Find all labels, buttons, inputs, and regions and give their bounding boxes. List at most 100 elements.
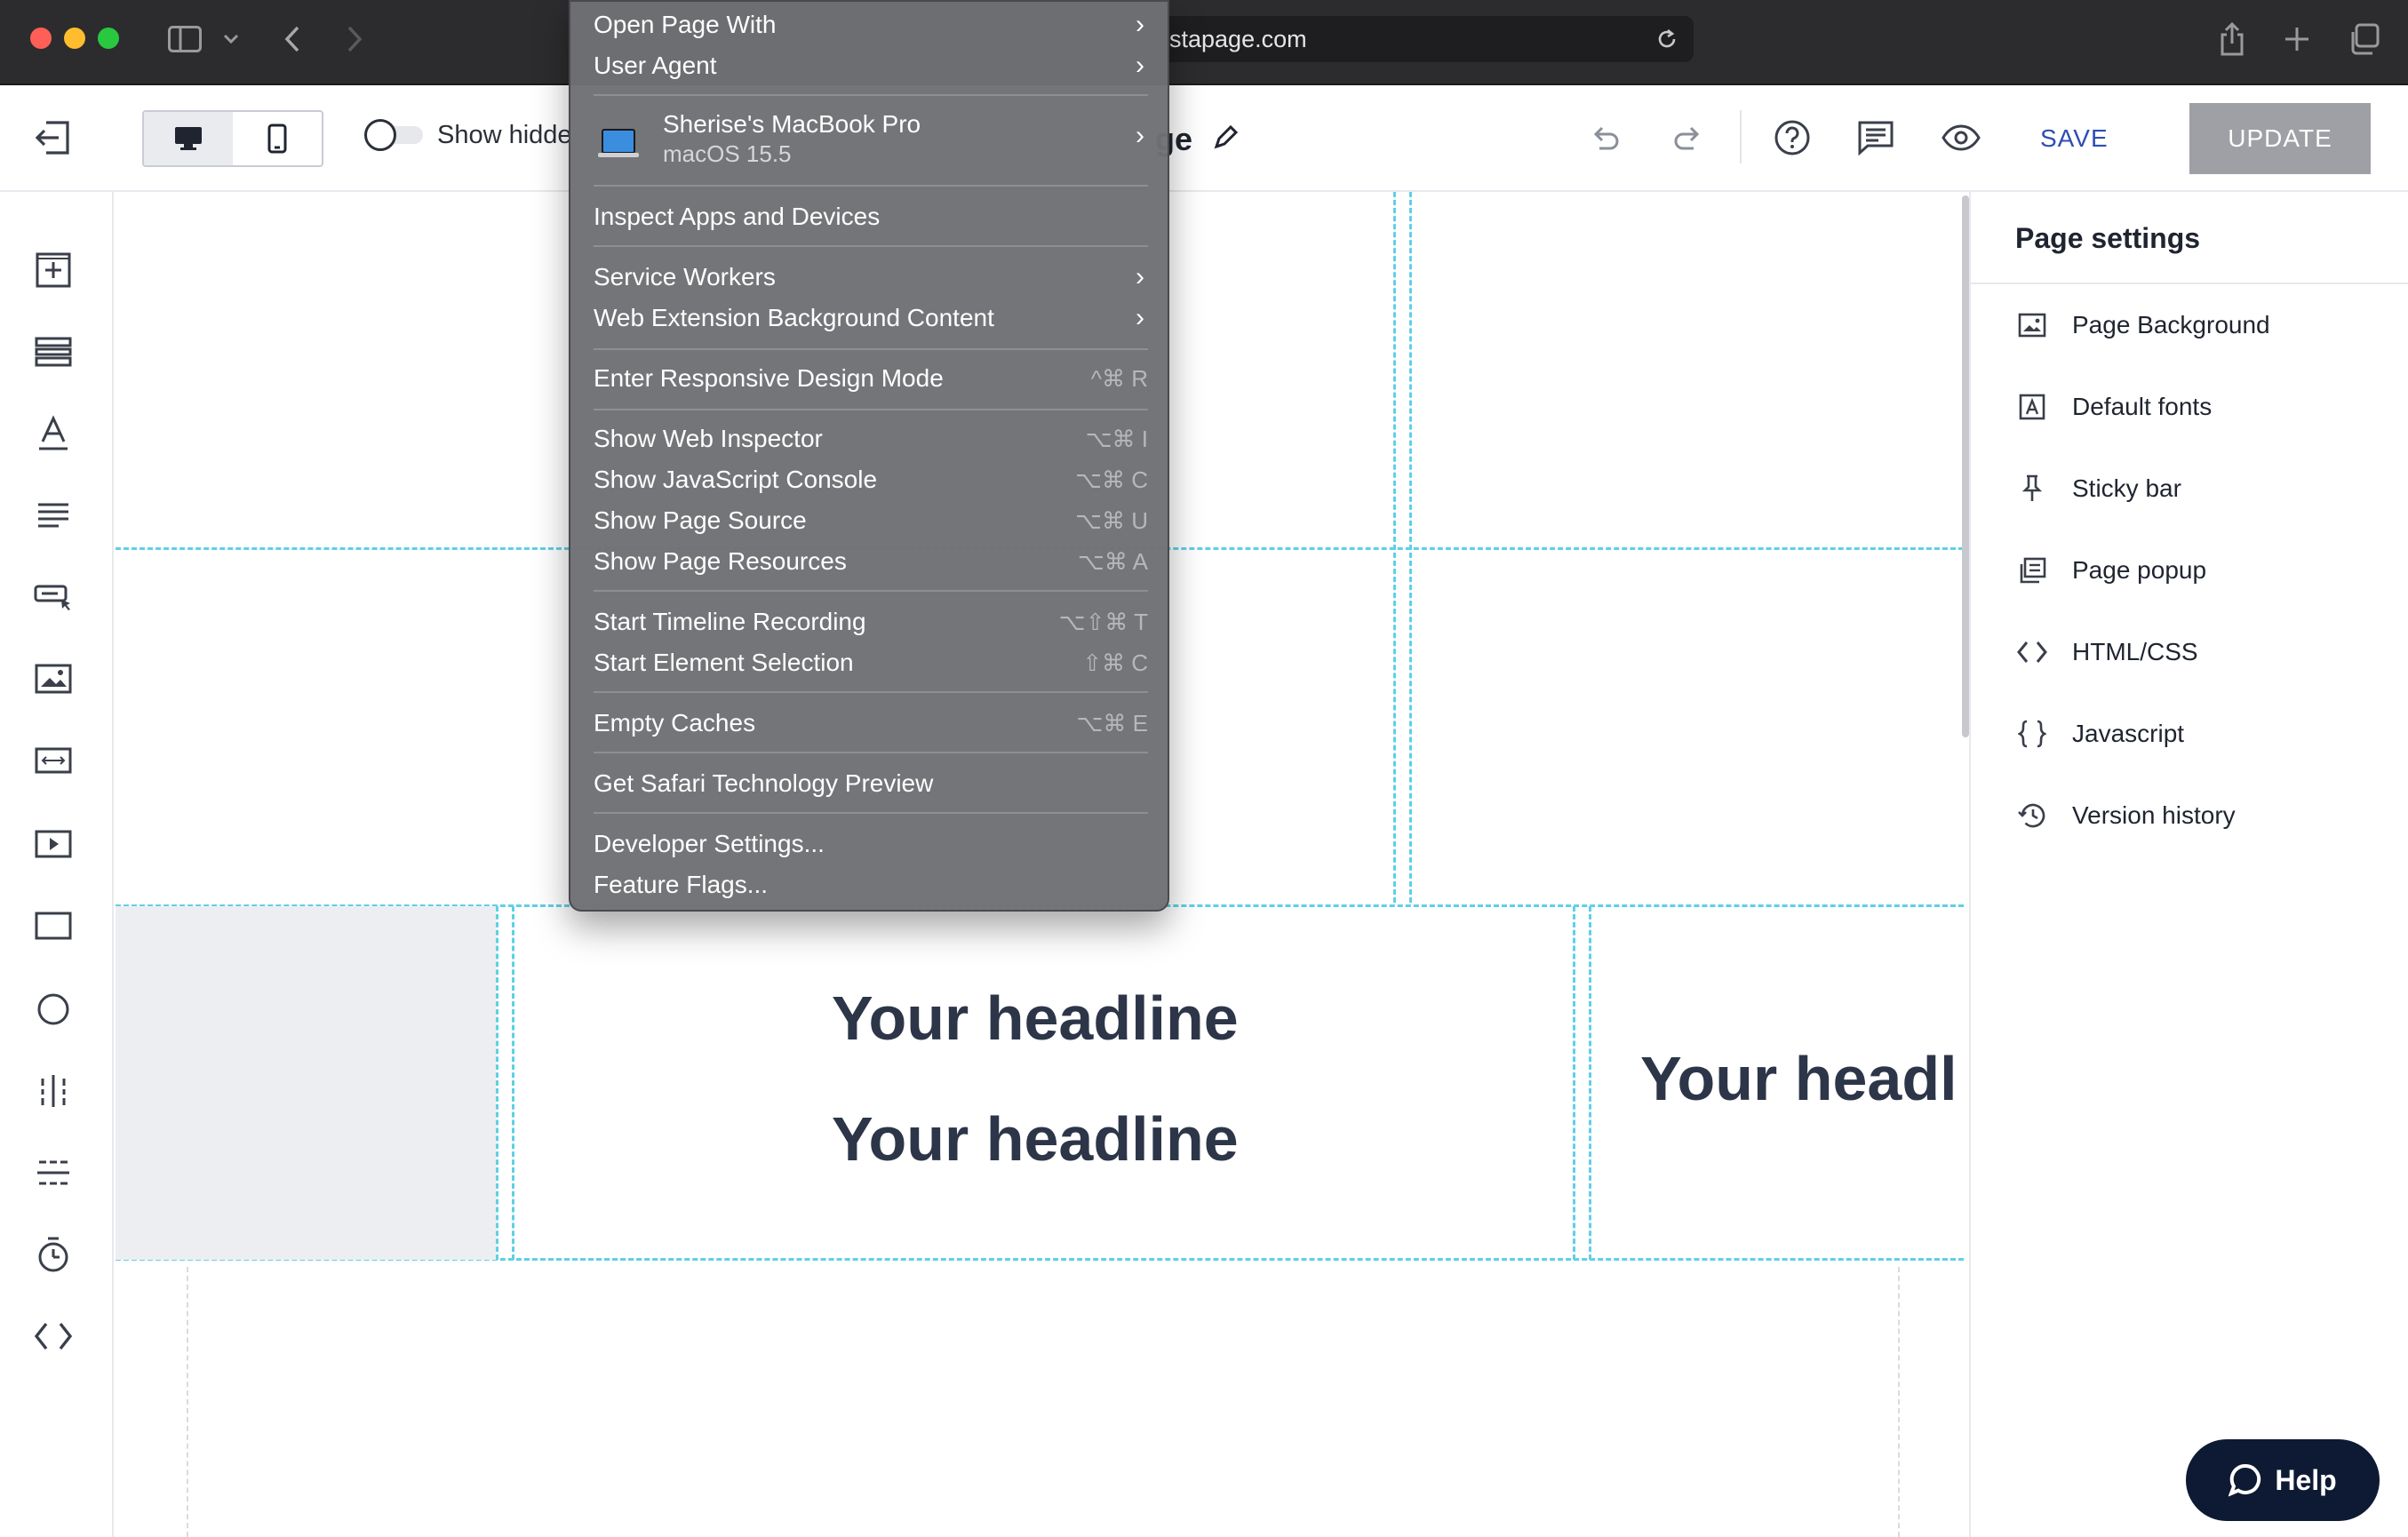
device-os: macOS 15.5 xyxy=(663,140,792,167)
shortcut: ⌥⌘ I xyxy=(1085,426,1148,452)
column-guide xyxy=(1573,906,1575,1260)
menu-item-page-resources[interactable]: Show Page Resources ⌥⌘ A xyxy=(594,542,1148,581)
exit-editor-icon[interactable] xyxy=(32,117,73,158)
version-history-item[interactable]: Version history xyxy=(2015,793,2236,838)
preview-eye-icon[interactable] xyxy=(1941,117,1981,158)
forward-icon[interactable] xyxy=(343,21,366,57)
item-label: Page popup xyxy=(2072,556,2207,584)
help-button[interactable]: Help xyxy=(2186,1439,2380,1521)
reload-icon[interactable] xyxy=(1655,27,1679,52)
menu-item-label: Start Element Selection xyxy=(594,649,854,676)
html-css-item[interactable]: HTML/CSS xyxy=(2015,630,2198,674)
address-bar[interactable]: stapage.com xyxy=(1102,16,1694,62)
share-icon[interactable] xyxy=(2216,21,2248,57)
save-button[interactable]: SAVE xyxy=(2040,121,2109,156)
video-icon[interactable] xyxy=(32,823,75,865)
menu-item-feature-flags[interactable]: Feature Flags... xyxy=(594,865,1148,904)
mobile-icon xyxy=(267,123,287,154)
update-button[interactable]: UPDATE xyxy=(2189,103,2371,174)
minimize-window-button[interactable] xyxy=(64,28,85,49)
menu-item-label: User Agent xyxy=(594,52,717,79)
font-icon xyxy=(2015,390,2049,424)
canvas-scrollbar[interactable] xyxy=(1962,195,1969,737)
timer-icon[interactable] xyxy=(32,1233,75,1276)
default-fonts-item[interactable]: Default fonts xyxy=(2015,385,2212,429)
menu-item-inspect-apps[interactable]: Inspect Apps and Devices xyxy=(594,197,1148,236)
chevron-right-icon: › xyxy=(1136,303,1144,332)
shortcut: ⌥⌘ A xyxy=(1077,548,1148,575)
code-element-icon[interactable] xyxy=(32,1315,75,1358)
menu-separator xyxy=(594,409,1148,410)
page-popup-item[interactable]: Page popup xyxy=(2015,548,2206,593)
add-section-icon[interactable] xyxy=(32,249,75,291)
mobile-view-button[interactable] xyxy=(233,112,322,165)
menu-item-page-source[interactable]: Show Page Source ⌥⌘ U xyxy=(594,501,1148,540)
back-icon[interactable] xyxy=(281,21,304,57)
menu-item-label: Show JavaScript Console xyxy=(594,466,878,493)
headline-text[interactable]: Your headline xyxy=(832,983,1239,1054)
laptop-icon xyxy=(598,129,639,157)
undo-icon[interactable] xyxy=(1585,119,1624,158)
chevron-down-icon[interactable] xyxy=(220,21,242,57)
help-label: Help xyxy=(2275,1463,2337,1496)
vertical-divider-icon[interactable] xyxy=(32,1070,75,1112)
menu-item-label: Service Workers xyxy=(594,263,776,291)
menu-item-developer-settings[interactable]: Developer Settings... xyxy=(594,824,1148,864)
sticky-bar-item[interactable]: Sticky bar xyxy=(2015,466,2181,511)
chevron-right-icon: › xyxy=(1136,121,1144,150)
item-label: Javascript xyxy=(2072,720,2185,747)
menu-item-label: Get Safari Technology Preview xyxy=(594,769,934,797)
button-element-icon[interactable] xyxy=(32,576,75,618)
edit-page-name-icon[interactable] xyxy=(1212,123,1240,155)
menu-item-web-extension[interactable]: Web Extension Background Content › xyxy=(594,299,1148,338)
headline-text[interactable]: Your headl xyxy=(1640,1043,1957,1114)
rows-icon[interactable] xyxy=(32,330,75,373)
menu-item-timeline[interactable]: Start Timeline Recording ⌥⇧⌘ T xyxy=(594,602,1148,641)
column-guide xyxy=(496,906,498,1260)
tab-overview-icon[interactable] xyxy=(2346,21,2381,57)
menu-item-service-workers[interactable]: Service Workers › xyxy=(594,258,1148,297)
item-label: Sticky bar xyxy=(2072,474,2181,502)
shortcut: ⌥⌘ U xyxy=(1075,507,1148,534)
image-icon xyxy=(2015,308,2049,342)
device-name: Sherise's MacBook Pro xyxy=(663,110,921,138)
page-background-item[interactable]: Page Background xyxy=(2015,303,2270,347)
menu-item-responsive-mode[interactable]: Enter Responsive Design Mode ^⌘ R xyxy=(594,359,1148,398)
element-sidebar xyxy=(0,192,114,1537)
menu-item-open-page-with[interactable]: Open Page With › xyxy=(594,5,1148,44)
headline-text[interactable]: Your headline xyxy=(832,1103,1239,1175)
new-tab-icon[interactable] xyxy=(2282,21,2312,57)
menu-item-empty-caches[interactable]: Empty Caches ⌥⌘ E xyxy=(594,704,1148,743)
page-settings-panel: Page settings Page Background Default fo… xyxy=(1969,192,2408,1537)
pin-icon xyxy=(2015,472,2049,506)
sidebar-toggle-icon[interactable] xyxy=(165,21,204,57)
horizontal-divider-icon[interactable] xyxy=(32,1151,75,1194)
spacer-icon[interactable] xyxy=(32,739,75,782)
menu-item-user-agent[interactable]: User Agent › xyxy=(594,46,1148,85)
menu-item-device[interactable]: Sherise's MacBook Pro macOS 15.5 › xyxy=(594,107,1148,178)
zoom-window-button[interactable] xyxy=(98,28,119,49)
comments-icon[interactable] xyxy=(1855,117,1896,158)
image-placeholder[interactable] xyxy=(116,906,496,1260)
editor-toolbar: Show hidde ge SAVE UPDATE xyxy=(0,85,2408,192)
redo-icon[interactable] xyxy=(1669,119,1708,158)
menu-item-label: Developer Settings... xyxy=(594,830,825,857)
menu-item-label: Show Page Source xyxy=(594,506,807,534)
item-label: HTML/CSS xyxy=(2072,638,2198,665)
image-element-icon[interactable] xyxy=(32,657,75,700)
desktop-view-button[interactable] xyxy=(144,112,233,165)
help-icon[interactable] xyxy=(1772,117,1813,158)
circle-shape-icon[interactable] xyxy=(32,988,75,1031)
javascript-item[interactable]: Javascript xyxy=(2015,712,2184,756)
show-hidden-toggle[interactable] xyxy=(364,119,425,151)
paragraph-icon[interactable] xyxy=(32,494,75,537)
device-switcher xyxy=(142,110,323,167)
menu-item-js-console[interactable]: Show JavaScript Console ⌥⌘ C xyxy=(594,460,1148,499)
box-shape-icon[interactable] xyxy=(32,904,75,947)
menu-item-technology-preview[interactable]: Get Safari Technology Preview xyxy=(594,764,1148,803)
close-window-button[interactable] xyxy=(30,28,52,49)
menu-item-web-inspector[interactable]: Show Web Inspector ⌥⌘ I xyxy=(594,419,1148,458)
shortcut: ⇧⌘ C xyxy=(1082,649,1148,676)
text-icon[interactable] xyxy=(32,412,75,455)
menu-item-element-selection[interactable]: Start Element Selection ⇧⌘ C xyxy=(594,643,1148,682)
